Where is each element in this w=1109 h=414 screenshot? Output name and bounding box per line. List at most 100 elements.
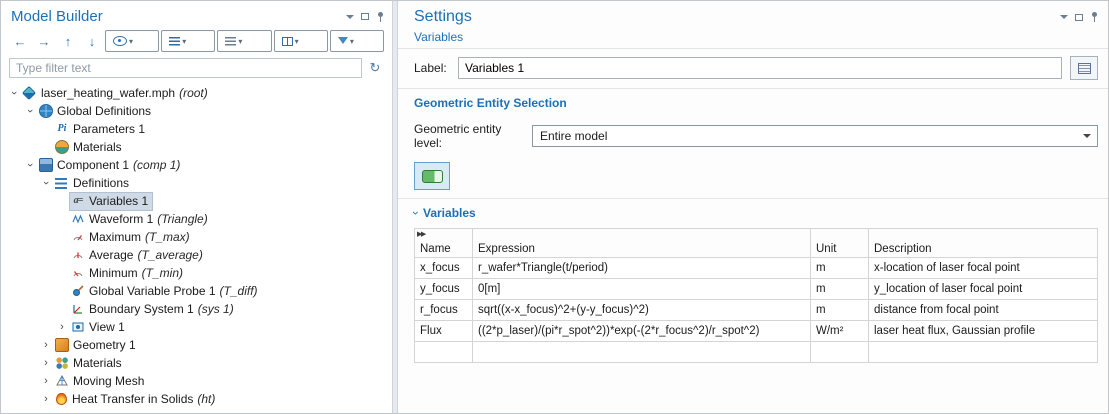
tree-item-global-definitions[interactable]: Global Definitions xyxy=(1,102,392,120)
tree-item-component-1[interactable]: Component 1(comp 1) xyxy=(1,156,392,174)
variables-section: Variables Name Expression Unit Descripti… xyxy=(398,199,1108,371)
tree-item-moving-mesh[interactable]: Moving Mesh xyxy=(1,372,392,390)
column-header-expression: Expression xyxy=(473,229,811,258)
tree-item-maximum[interactable]: Maximum(T_max) xyxy=(1,228,392,246)
table-row: y_focus 0[m] m y_location of laser focal… xyxy=(415,279,1098,300)
cell-description[interactable]: y_location of laser focal point xyxy=(869,279,1098,300)
mph-file-icon xyxy=(22,86,36,100)
tree-item-root[interactable]: laser_heating_wafer.mph(root) xyxy=(1,84,392,102)
expand-icon[interactable] xyxy=(55,318,69,336)
minimum-icon xyxy=(71,266,85,280)
expand-icon[interactable] xyxy=(39,336,53,354)
tree-label: Global Variable Probe 1 xyxy=(89,284,216,298)
active-selection-toggle-button[interactable] xyxy=(414,162,450,190)
collapse-icon[interactable] xyxy=(39,174,53,192)
geometry-icon xyxy=(55,338,69,352)
moving-mesh-icon xyxy=(55,374,69,388)
refresh-icon[interactable]: ↻ xyxy=(366,60,384,76)
cell-description[interactable]: x-location of laser focal point xyxy=(869,258,1098,279)
show-button[interactable] xyxy=(105,30,159,52)
tree-item-minimum[interactable]: Minimum(T_min) xyxy=(1,264,392,282)
cell-name[interactable] xyxy=(415,342,473,363)
comsol-window: Model Builder ↻ laser_hea xyxy=(0,0,1109,414)
cell-unit[interactable]: m xyxy=(811,279,869,300)
cell-description[interactable]: distance from focal point xyxy=(869,300,1098,321)
maximum-icon xyxy=(71,230,85,244)
tree-item-parameters-1[interactable]: Parameters 1 xyxy=(1,120,392,138)
float-window-icon[interactable] xyxy=(361,13,369,20)
cell-unit[interactable] xyxy=(811,342,869,363)
component-icon xyxy=(39,158,53,172)
expand-icon[interactable] xyxy=(39,372,53,390)
cell-name[interactable]: y_focus xyxy=(415,279,473,300)
cell-name[interactable]: Flux xyxy=(415,321,473,342)
label-row: Label: xyxy=(398,49,1108,88)
selection-active-icon xyxy=(422,170,443,183)
collapse-icon[interactable] xyxy=(23,102,37,120)
geometric-entity-level-select[interactable]: Entire model xyxy=(532,125,1098,147)
cell-name[interactable]: x_focus xyxy=(415,258,473,279)
table-row-empty xyxy=(415,342,1098,363)
panel-corner-controls xyxy=(346,11,384,23)
float-window-icon[interactable] xyxy=(1075,14,1083,21)
collapse-icon[interactable] xyxy=(23,156,37,174)
tree-item-average[interactable]: Average(T_average) xyxy=(1,246,392,264)
columns-icon xyxy=(282,37,293,46)
tree-item-boundary-system-1[interactable]: Boundary System 1(sys 1) xyxy=(1,300,392,318)
geometric-entity-level-label: Geometric entity level: xyxy=(414,122,532,150)
cell-unit[interactable]: m xyxy=(811,258,869,279)
show-more-options-button[interactable] xyxy=(1070,56,1098,80)
panel-menu-icon[interactable] xyxy=(1060,15,1068,23)
collapse-section-icon[interactable] xyxy=(409,211,423,215)
cell-expression[interactable]: r_wafer*Triangle(t/period) xyxy=(473,258,811,279)
tree-label: Boundary System 1 xyxy=(89,302,194,316)
cell-expression[interactable]: 0[m] xyxy=(473,279,811,300)
cell-description[interactable] xyxy=(869,342,1098,363)
cell-description[interactable]: laser heat flux, Gaussian profile xyxy=(869,321,1098,342)
tree-item-waveform-1[interactable]: Waveform 1(Triangle) xyxy=(1,210,392,228)
sort-button[interactable] xyxy=(217,30,271,52)
forward-button[interactable] xyxy=(33,31,55,51)
cell-expression[interactable] xyxy=(473,342,811,363)
model-builder-header: Model Builder xyxy=(1,1,392,28)
cell-unit[interactable]: m xyxy=(811,300,869,321)
variables-table: Name Expression Unit Description x_focus… xyxy=(414,228,1098,363)
sort-icon xyxy=(225,37,236,46)
move-down-button[interactable] xyxy=(81,31,103,51)
tree-item-geometry-1[interactable]: Geometry 1 xyxy=(1,336,392,354)
tree-item-view-1[interactable]: View 1 xyxy=(1,318,392,336)
expand-icon[interactable] xyxy=(39,390,53,408)
pin-icon[interactable] xyxy=(376,12,384,22)
collapse-icon[interactable] xyxy=(7,84,21,102)
settings-panel: Settings Variables Label: Geometric Enti… xyxy=(398,1,1108,413)
model-tree-node-text-button[interactable] xyxy=(161,30,215,52)
panel-menu-icon[interactable] xyxy=(346,15,354,23)
columns-button[interactable] xyxy=(274,30,328,52)
options-list-icon xyxy=(1078,63,1091,74)
tree-item-materials[interactable]: Materials xyxy=(1,354,392,372)
tree-label: Definitions xyxy=(73,176,129,190)
back-button[interactable] xyxy=(9,31,31,51)
cell-expression[interactable]: sqrt((x-x_focus)^2+(y-y_focus)^2) xyxy=(473,300,811,321)
filter-input[interactable] xyxy=(9,58,362,78)
waveform-icon xyxy=(71,212,85,226)
tree-item-definitions[interactable]: Definitions xyxy=(1,174,392,192)
tree-item-materials-global[interactable]: Materials xyxy=(1,138,392,156)
appearance-button[interactable] xyxy=(330,30,384,52)
model-tree: laser_heating_wafer.mph(root) Global Def… xyxy=(1,82,392,413)
appearance-icon xyxy=(338,37,348,49)
tree-label: laser_heating_wafer.mph xyxy=(41,86,175,100)
expand-icon[interactable] xyxy=(39,354,53,372)
chevron-down-icon xyxy=(1083,134,1091,142)
column-header-name: Name xyxy=(415,229,473,258)
tree-item-global-variable-probe-1[interactable]: Global Variable Probe 1(T_diff) xyxy=(1,282,392,300)
pin-icon[interactable] xyxy=(1090,12,1098,22)
move-up-button[interactable] xyxy=(57,31,79,51)
tree-item-variables-1[interactable]: Variables 1 xyxy=(1,192,392,210)
tree-item-heat-transfer-in-solids[interactable]: Heat Transfer in Solids(ht) xyxy=(1,390,392,408)
selected-option-label: Entire model xyxy=(540,129,607,143)
cell-name[interactable]: r_focus xyxy=(415,300,473,321)
cell-unit[interactable]: W/m² xyxy=(811,321,869,342)
label-input[interactable] xyxy=(458,57,1062,79)
cell-expression[interactable]: ((2*p_laser)/(pi*r_spot^2))*exp(-(2*r_fo… xyxy=(473,321,811,342)
